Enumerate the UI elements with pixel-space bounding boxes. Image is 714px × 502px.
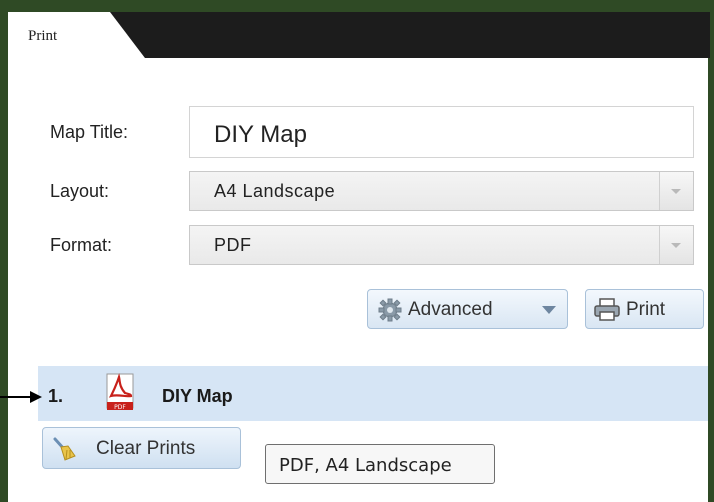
- callout-arrow: [0, 391, 42, 403]
- broom-icon: [53, 437, 76, 461]
- map-title-label: Map Title:: [50, 122, 129, 142]
- tooltip-text: PDF, A4 Landscape: [279, 455, 452, 476]
- print-result-row[interactable]: 1. PDF DIY Map: [38, 366, 708, 421]
- tab-print-label: Print: [28, 28, 58, 44]
- print-result-link[interactable]: DIY Map: [162, 386, 233, 407]
- clear-prints-label: Clear Prints: [96, 438, 196, 459]
- layout-dropdown-trigger[interactable]: [659, 172, 693, 210]
- advanced-button[interactable]: Advanced: [367, 289, 568, 329]
- tab-bar: [110, 12, 710, 58]
- clear-prints-button[interactable]: Clear Prints: [42, 427, 241, 469]
- print-result-tooltip: PDF, A4 Landscape: [265, 444, 495, 484]
- layout-value: A4 Landscape: [214, 181, 336, 201]
- pdf-icon: PDF: [106, 373, 134, 411]
- map-title-input[interactable]: DIY Map: [189, 106, 694, 158]
- layout-label: Layout:: [50, 181, 110, 201]
- print-result-number: 1.: [48, 386, 64, 406]
- layout-select[interactable]: A4 Landscape: [189, 171, 694, 211]
- map-title-value: DIY Map: [214, 121, 307, 148]
- print-button-label: Print: [626, 299, 666, 320]
- svg-text:PDF: PDF: [114, 404, 126, 411]
- print-button[interactable]: Print: [585, 289, 704, 329]
- printer-icon: [594, 298, 620, 321]
- format-value: PDF: [214, 235, 252, 255]
- format-select[interactable]: PDF: [189, 225, 694, 265]
- chevron-down-icon: [542, 306, 556, 314]
- format-label: Format:: [50, 235, 113, 255]
- gear-icon: [378, 298, 402, 322]
- format-dropdown-trigger[interactable]: [659, 226, 693, 264]
- advanced-button-label: Advanced: [408, 299, 493, 320]
